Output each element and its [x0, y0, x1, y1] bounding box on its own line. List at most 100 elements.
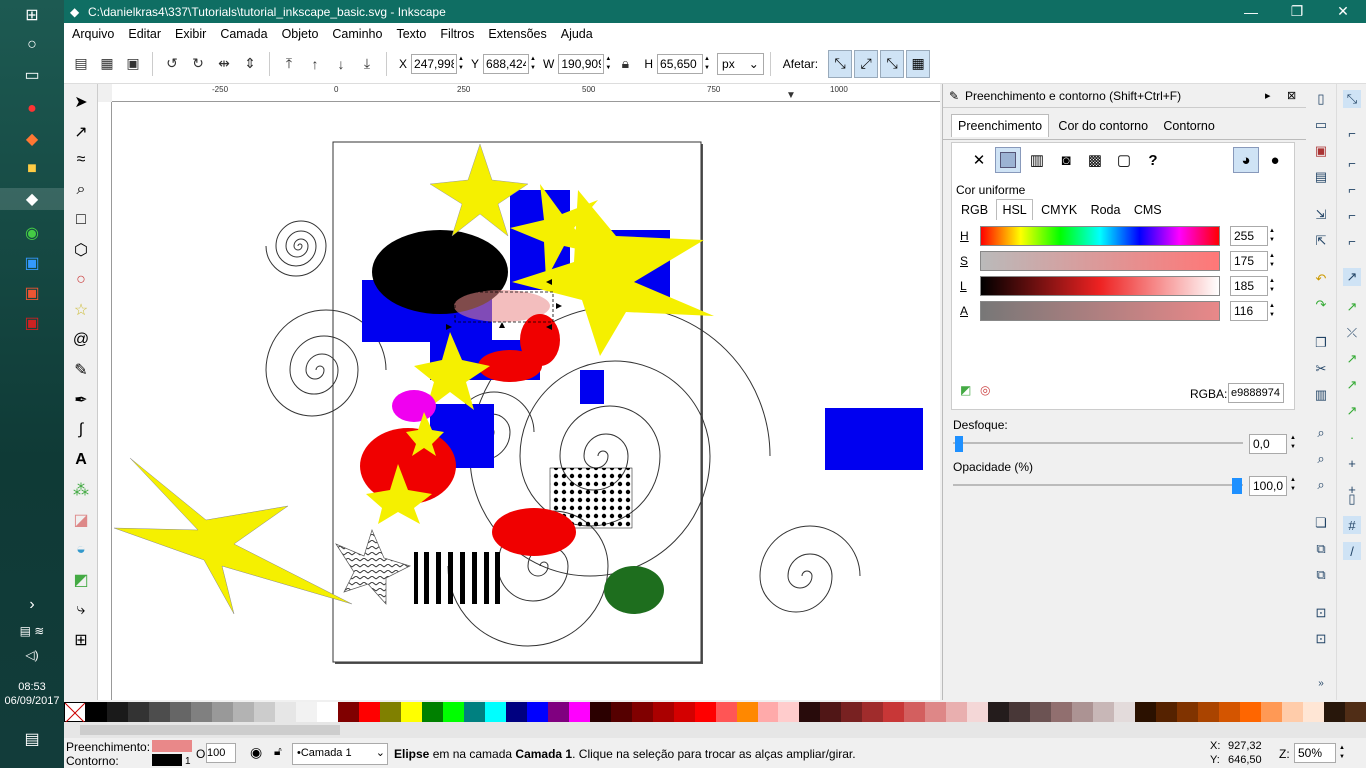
- hue-spinner[interactable]: ▲ ▼: [1268, 227, 1276, 245]
- swatch[interactable]: [400, 702, 422, 722]
- import-icon[interactable]: ⇲: [1312, 206, 1330, 224]
- folder-icon[interactable]: ■: [18, 158, 46, 180]
- 3d-box-tool-icon[interactable]: ⬡: [69, 238, 93, 262]
- layer-select[interactable]: •Camada 1 ⌄: [292, 743, 388, 765]
- swatch[interactable]: [463, 702, 485, 722]
- swatch[interactable]: [358, 702, 380, 722]
- selector-tool-icon[interactable]: ➤: [69, 90, 93, 114]
- swatch[interactable]: [421, 702, 443, 722]
- snap-bbox-corner-icon[interactable]: ⌐: [1343, 180, 1361, 198]
- swatch[interactable]: [442, 702, 464, 722]
- swatch[interactable]: [337, 702, 359, 722]
- swatch[interactable]: [1009, 702, 1031, 722]
- swatch[interactable]: [1072, 702, 1094, 722]
- chevron-right-icon[interactable]: ›: [18, 594, 46, 616]
- swatch[interactable]: [1261, 702, 1283, 722]
- pen-tool-icon[interactable]: ✒: [69, 388, 93, 412]
- panel-close-icon[interactable]: ⊠: [1287, 89, 1296, 102]
- eraser-tool-icon[interactable]: ◪: [69, 508, 93, 532]
- swatch[interactable]: [883, 702, 905, 722]
- node-tool-icon[interactable]: ↗: [69, 120, 93, 144]
- scale-corners-button[interactable]: ⤢: [854, 49, 879, 78]
- text-tool-icon[interactable]: A: [69, 448, 93, 472]
- select-all-icon[interactable]: ▤: [70, 53, 92, 75]
- lightness-input[interactable]: [1230, 276, 1268, 296]
- menu-camada[interactable]: Camada: [220, 27, 267, 41]
- saturation-slider[interactable]: [980, 251, 1220, 271]
- lower-to-bottom-icon[interactable]: ⤓: [356, 53, 378, 75]
- swatch[interactable]: [547, 702, 569, 722]
- swatch[interactable]: [1177, 702, 1199, 722]
- snap-bbox-midpoint-icon[interactable]: ⌐: [1343, 206, 1361, 224]
- swatch[interactable]: [673, 702, 695, 722]
- zoom-input[interactable]: [1294, 743, 1336, 763]
- no-paint-icon[interactable]: ✕: [966, 147, 992, 173]
- cortana-icon[interactable]: ○: [18, 34, 46, 56]
- save-icon[interactable]: ▣: [1312, 142, 1330, 160]
- swatch[interactable]: [295, 702, 317, 722]
- swatch[interactable]: [274, 702, 296, 722]
- more-commands-icon[interactable]: »: [1312, 674, 1330, 692]
- raise-icon[interactable]: ↑: [304, 53, 326, 75]
- swatch[interactable]: [106, 702, 128, 722]
- swatch[interactable]: [211, 702, 233, 722]
- snap-cusp-icon[interactable]: ↗: [1343, 350, 1361, 368]
- menu-texto[interactable]: Texto: [396, 27, 426, 41]
- swatch[interactable]: [379, 702, 401, 722]
- print-icon[interactable]: ▤: [1312, 168, 1330, 186]
- menu-exibir[interactable]: Exibir: [175, 27, 206, 41]
- snap-midpoint-icon[interactable]: ↗: [1343, 402, 1361, 420]
- linear-gradient-icon[interactable]: ▥: [1024, 147, 1050, 173]
- group-icon[interactable]: ⊡: [1312, 604, 1330, 622]
- radial-gradient-icon[interactable]: ◙: [1053, 147, 1079, 173]
- tab-cmyk[interactable]: CMYK: [1036, 200, 1082, 220]
- h-input[interactable]: [657, 53, 704, 74]
- x-input[interactable]: [411, 53, 458, 74]
- x-spinner[interactable]: ▲ ▼: [457, 55, 465, 73]
- swatch[interactable]: [148, 702, 170, 722]
- pattern-icon[interactable]: ▩: [1082, 147, 1108, 173]
- pencil-tool-icon[interactable]: ✎: [69, 358, 93, 382]
- windows-start-icon[interactable]: ⊞: [18, 4, 46, 26]
- swatch[interactable]: [694, 702, 716, 722]
- paste-icon[interactable]: ▥: [1312, 386, 1330, 404]
- swatch[interactable]: [631, 702, 653, 722]
- swatch[interactable]: [988, 702, 1010, 722]
- flat-color-icon[interactable]: [995, 147, 1021, 173]
- tab-cms[interactable]: CMS: [1129, 200, 1167, 220]
- swatch[interactable]: [1198, 702, 1220, 722]
- snap-bbox-icon[interactable]: ⌐: [1343, 124, 1361, 142]
- swatch[interactable]: [316, 702, 338, 722]
- menu-ajuda[interactable]: Ajuda: [561, 27, 593, 41]
- opacity-slider[interactable]: [953, 478, 1243, 494]
- undo-icon[interactable]: ↶: [1312, 270, 1330, 288]
- alpha-slider[interactable]: [980, 301, 1220, 321]
- network-icon[interactable]: ▤ ≋: [18, 620, 46, 642]
- swatch[interactable]: [127, 702, 149, 722]
- swatch[interactable]: [1240, 702, 1262, 722]
- flip-horizontal-icon[interactable]: ⇹: [213, 53, 235, 75]
- zoom-tool-icon[interactable]: ⌕: [69, 178, 93, 202]
- swatch[interactable]: [715, 702, 737, 722]
- panel-iconify-icon[interactable]: ▸: [1265, 89, 1271, 102]
- tab-rgb[interactable]: RGB: [956, 200, 993, 220]
- clock[interactable]: 08:53 06/09/2017: [0, 680, 64, 708]
- blur-slider[interactable]: [953, 436, 1243, 452]
- app-icon[interactable]: ▣: [18, 252, 46, 274]
- move-gradients-button[interactable]: ⤡: [880, 49, 905, 78]
- canvas-drawing[interactable]: [112, 102, 940, 700]
- swatch[interactable]: [1156, 702, 1178, 722]
- menu-extensoes[interactable]: Extensões: [488, 27, 546, 41]
- swatch[interactable]: [505, 702, 527, 722]
- rgba-input[interactable]: [1228, 383, 1284, 403]
- lightness-slider[interactable]: [980, 276, 1220, 296]
- spiral-tool-icon[interactable]: @: [69, 328, 93, 352]
- blur-spinner[interactable]: ▲ ▼: [1289, 434, 1297, 452]
- export-icon[interactable]: ⇱: [1312, 232, 1330, 250]
- alpha-input[interactable]: [1230, 301, 1268, 321]
- no-color-swatch[interactable]: [64, 702, 86, 724]
- swatch[interactable]: [652, 702, 674, 722]
- unset-paint-icon[interactable]: ?: [1140, 147, 1166, 173]
- swatch[interactable]: [86, 702, 107, 722]
- notifications-icon[interactable]: ▤: [18, 728, 46, 750]
